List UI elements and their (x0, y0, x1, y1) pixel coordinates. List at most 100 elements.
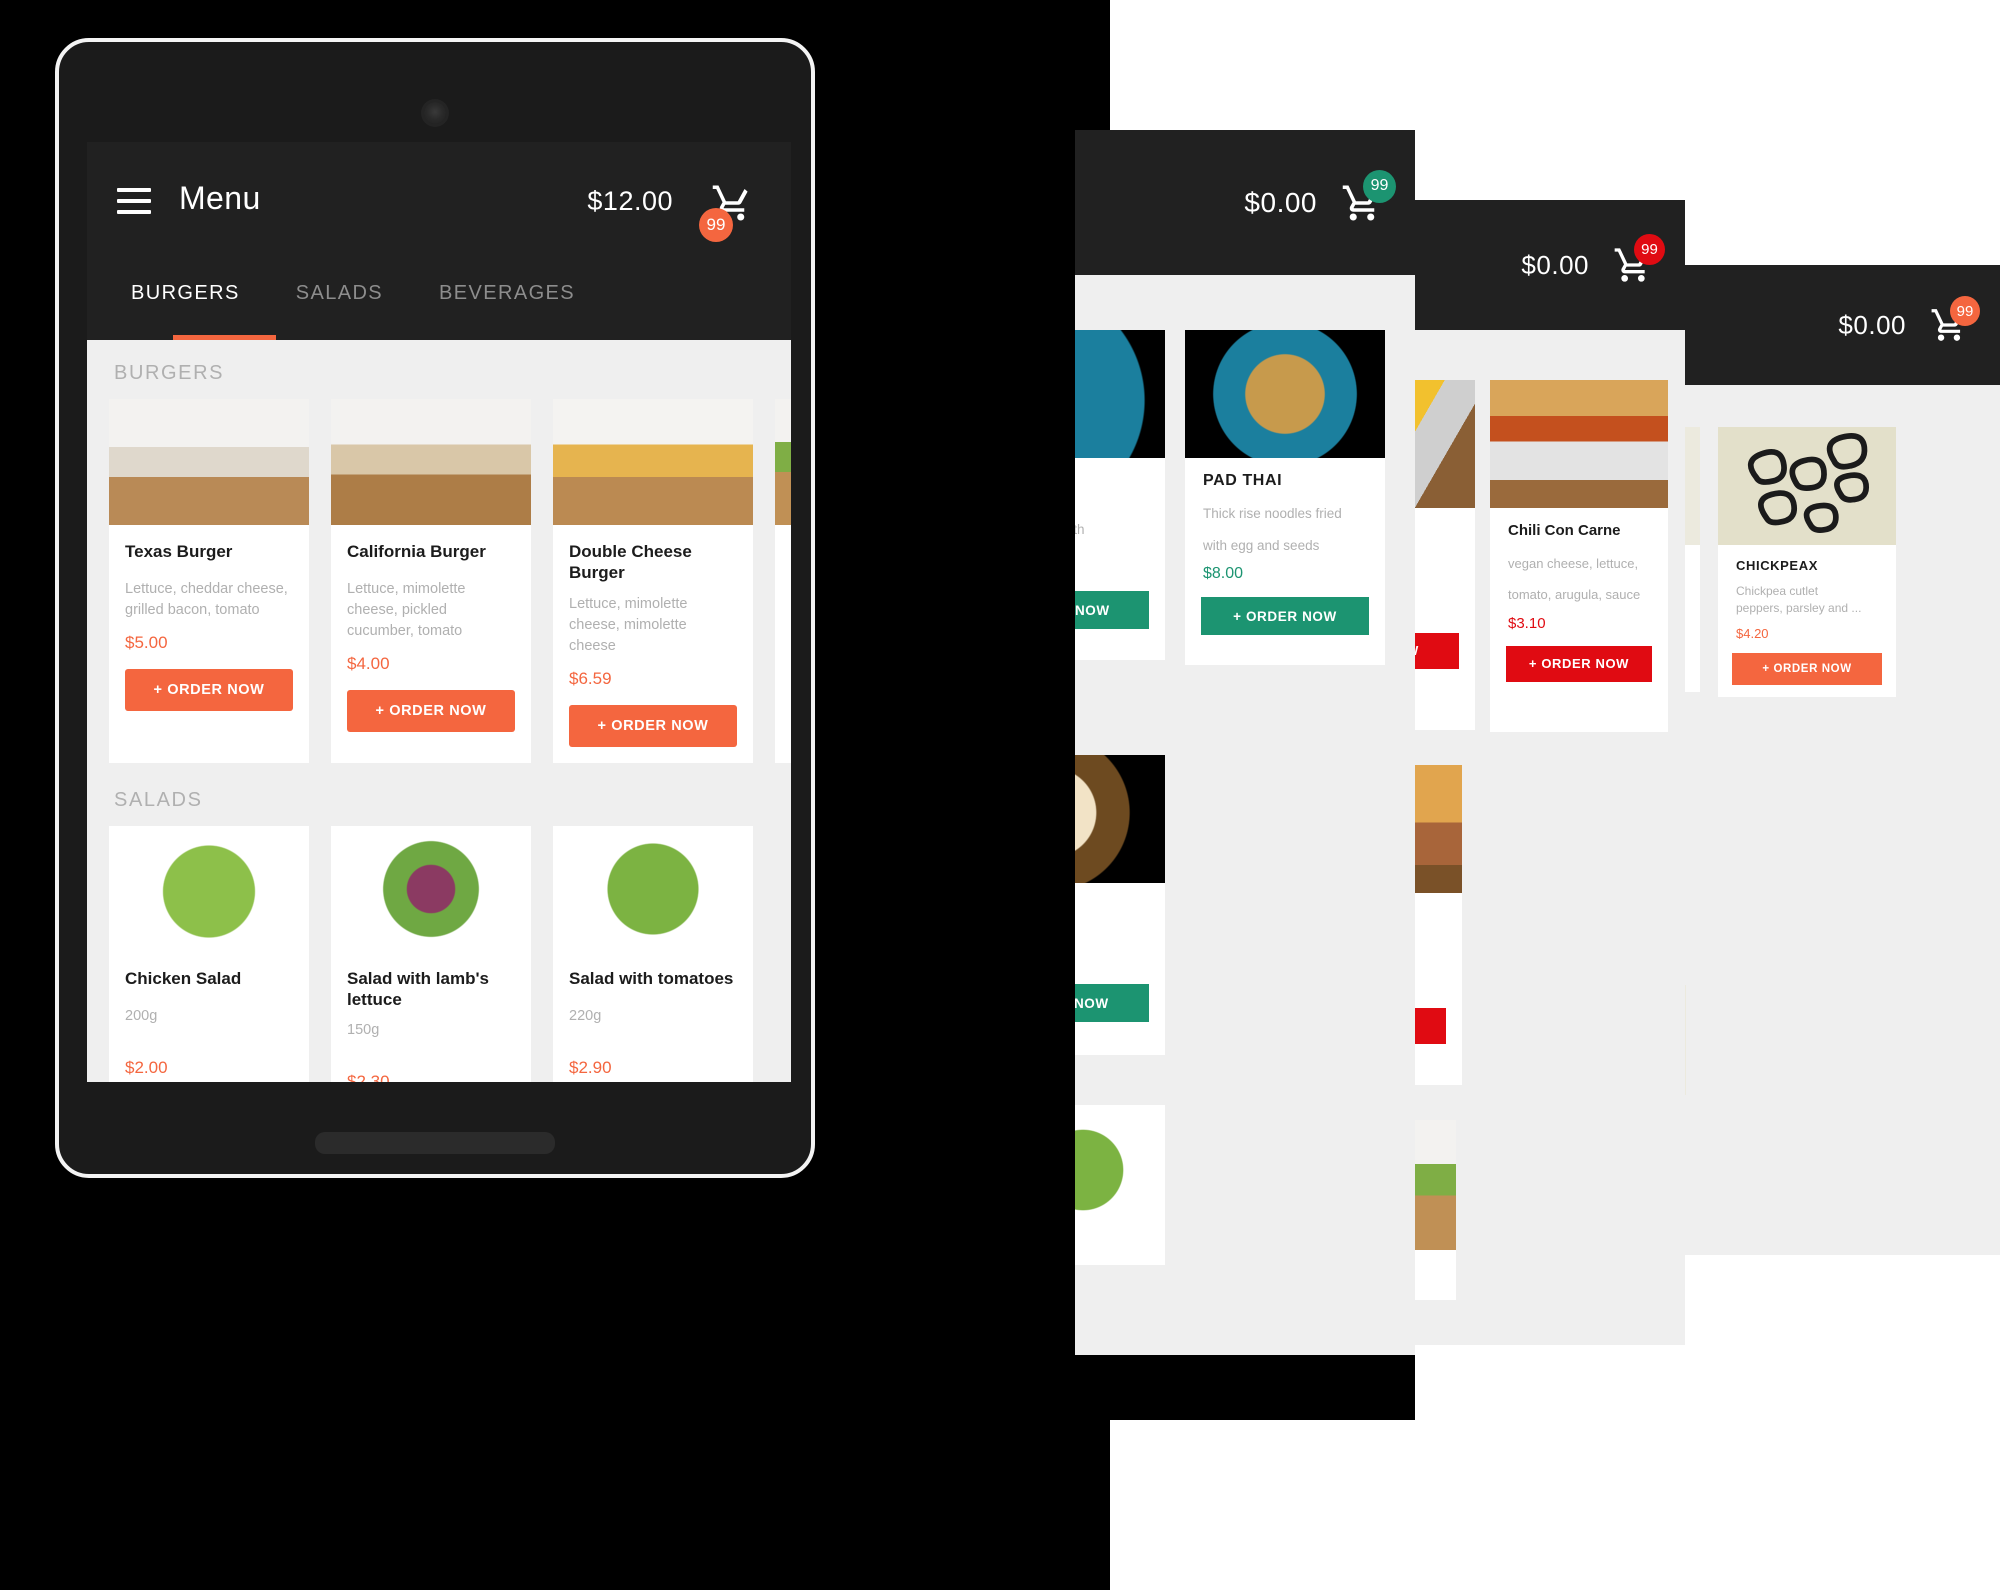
order-now-button[interactable]: + ORDER NOW (125, 669, 293, 712)
card-vege-burger[interactable]: Vege Burger vegan cheese, lettuce, tomat… (775, 399, 791, 763)
order-now-button[interactable]: + ORDER NOW (1201, 597, 1369, 636)
card-tomato-salad[interactable]: Salad with tomatoes 220g $2.90 + ORDER N… (553, 825, 753, 1082)
card-image (1075, 330, 1165, 458)
card-lamb-lettuce-salad[interactable]: Salad with lamb's lettuce 150g $2.30 + O… (331, 825, 531, 1082)
card-partial-bottom[interactable] (1075, 1105, 1165, 1265)
card-chickpeax[interactable]: CHICKPEAX Chickpea cutlet peppers, parsl… (1718, 427, 1896, 697)
card-description: 150g (347, 1022, 380, 1039)
card-desc-line1: vegan cheese, lettuce, (1508, 556, 1639, 571)
screen3-cart-button[interactable]: 99 (1611, 234, 1665, 285)
card-image (1185, 330, 1385, 458)
card-desc-line1: Chickpea cutlet (1736, 584, 1819, 598)
card-chili-con-carne[interactable]: Chili Con Carne vegan cheese, lettuce, t… (1490, 380, 1668, 732)
card-desc-line2: peppers, parsley and ... (1736, 601, 1862, 616)
card-price: $2.90 (569, 1057, 612, 1077)
screen4-cart-badge: 99 (1950, 296, 1980, 326)
screen2-body: amed with g R NOW PAD THAI Thick rise no… (1075, 275, 1415, 1355)
screen4-body: CHICKPEAX Chickpea cutlet peppers, parsl… (1640, 385, 2000, 1255)
card-desc-line2: g (1075, 540, 1165, 572)
screen2-header: $0.00 99 (1075, 130, 1415, 275)
card-image (1075, 755, 1165, 883)
category-tabs: BURGERS SALADS BEVERAGES (87, 278, 791, 340)
app-top-bar: Menu $12.00 99 (87, 142, 791, 278)
burgers-row: Texas Burger Lettuce, cheddar cheese, gr… (109, 399, 791, 763)
card-image (109, 825, 309, 952)
order-now-button[interactable]: + ORDER NOW (347, 690, 515, 733)
card-title: Salad with lamb's lettuce (347, 968, 489, 1009)
card-price: $4.20 (1736, 625, 1769, 641)
card-price: $2.00 (125, 1057, 168, 1077)
card-title: HANH (1075, 883, 1165, 914)
card-price: $7.20 (775, 621, 791, 653)
hamburger-menu-icon[interactable] (117, 188, 151, 214)
card-price: $2.30 (347, 1072, 390, 1082)
card-price: $4.00 (347, 654, 390, 674)
screen4-header: $0.00 99 (1640, 265, 2000, 385)
card-texas-burger[interactable]: Texas Burger Lettuce, cheddar cheese, gr… (109, 399, 309, 763)
card-title: CHICKPEAX (1736, 558, 1818, 573)
section-label-burgers: BURGERS (114, 362, 225, 384)
card-banh[interactable]: HANH R NOW (1075, 755, 1165, 1055)
screen2-cart-badge: 99 (1363, 169, 1396, 203)
menu-content[interactable]: BURGERS Texas Burger Lettuce, cheddar ch… (87, 340, 791, 1082)
section-label-salads: SALADS (114, 788, 203, 811)
card-image (1718, 427, 1896, 545)
card-description: Lettuce, cheddar cheese, grilled bacon, … (125, 581, 288, 619)
chickpea-illustration-icon (1747, 432, 1870, 534)
order-now-button[interactable]: R NOW (1075, 591, 1149, 630)
card-image (553, 825, 753, 952)
order-now-button[interactable]: R NOW (1075, 984, 1149, 1022)
order-now-button[interactable]: + ORDER NOW (1506, 645, 1652, 682)
order-now-button[interactable]: + ORDER NOW (569, 704, 737, 747)
tab-salads[interactable]: SALADS (282, 278, 397, 305)
card-title: Salad with tomatoes (569, 968, 734, 988)
card-desc-line1: Thick rise noodles fried (1203, 506, 1342, 521)
tablet-device-frame: Menu $12.00 99 BURGERS SALADS BEVERAGES … (55, 38, 815, 1178)
screen4-cart-total: $0.00 (1838, 309, 1906, 340)
front-camera-icon (424, 102, 446, 124)
app-screen-chickpeax: $0.00 99 CHICKPEAX Chickpea cutlet peppe… (1640, 265, 2000, 1255)
card-title: PAD THAI (1203, 472, 1283, 489)
screen2-cart-button[interactable]: 99 (1339, 169, 1396, 224)
card-image (331, 825, 531, 952)
card-price: $3.10 (1508, 614, 1546, 632)
tab-burgers[interactable]: BURGERS (117, 278, 254, 305)
screen3-cart-total: $0.00 (1521, 249, 1589, 280)
card-title: California Burger (347, 542, 486, 561)
card-description: 200g (125, 1007, 158, 1024)
card-price: $8.00 (1203, 565, 1244, 583)
screen3-cart-badge: 99 (1634, 234, 1665, 265)
cart-total: $12.00 (587, 186, 673, 216)
card-chicken-salad[interactable]: Chicken Salad 200g $2.00 + ORDER NOW (109, 825, 309, 1082)
cart-badge: 99 (699, 208, 733, 242)
card-desc-line2: tomato, arugula, sauce (1508, 586, 1641, 602)
card-title: Vege Burger (775, 525, 791, 569)
card-image (1490, 380, 1668, 508)
card-double-cheese-burger[interactable]: Double Cheese Burger Lettuce, mimolette … (553, 399, 753, 763)
card-image (775, 399, 791, 525)
card-title: Chicken Salad (125, 968, 242, 988)
screen4-cart-button[interactable]: 99 (1928, 296, 1980, 344)
screen2-cart-total: $0.00 (1244, 186, 1317, 218)
home-indicator (315, 1132, 555, 1154)
card-price: $5.00 (125, 633, 168, 653)
card-thai-left[interactable]: amed with g R NOW (1075, 330, 1165, 660)
order-now-button[interactable]: + ORDER NOW (1732, 652, 1882, 685)
card-description: 220g (569, 1007, 602, 1024)
card-title: Double Cheese Burger (569, 542, 692, 583)
page-title: Menu (179, 180, 261, 216)
card-california-burger[interactable]: California Burger Lettuce, mimolette che… (331, 399, 531, 763)
cart-button[interactable]: 99 (699, 182, 755, 242)
card-image (331, 399, 531, 525)
card-pad-thai[interactable]: PAD THAI Thick rise noodles fried with e… (1185, 330, 1385, 665)
card-title: Chili Con Carne (1508, 522, 1621, 539)
card-price: $6.59 (569, 668, 612, 688)
card-description: vegan cheese, lettuce, tomato, arugula, … (775, 569, 791, 621)
card-description: Lettuce, mimolette cheese, mimolette che… (569, 595, 688, 654)
card-desc-line1: amed with (1075, 522, 1085, 537)
card-desc-line2: with egg and seeds (1203, 537, 1320, 553)
card-image (553, 399, 753, 525)
tab-beverages[interactable]: BEVERAGES (425, 278, 589, 305)
card-image (1075, 1105, 1165, 1235)
card-description: Lettuce, mimolette cheese, pickled cucum… (347, 581, 466, 640)
